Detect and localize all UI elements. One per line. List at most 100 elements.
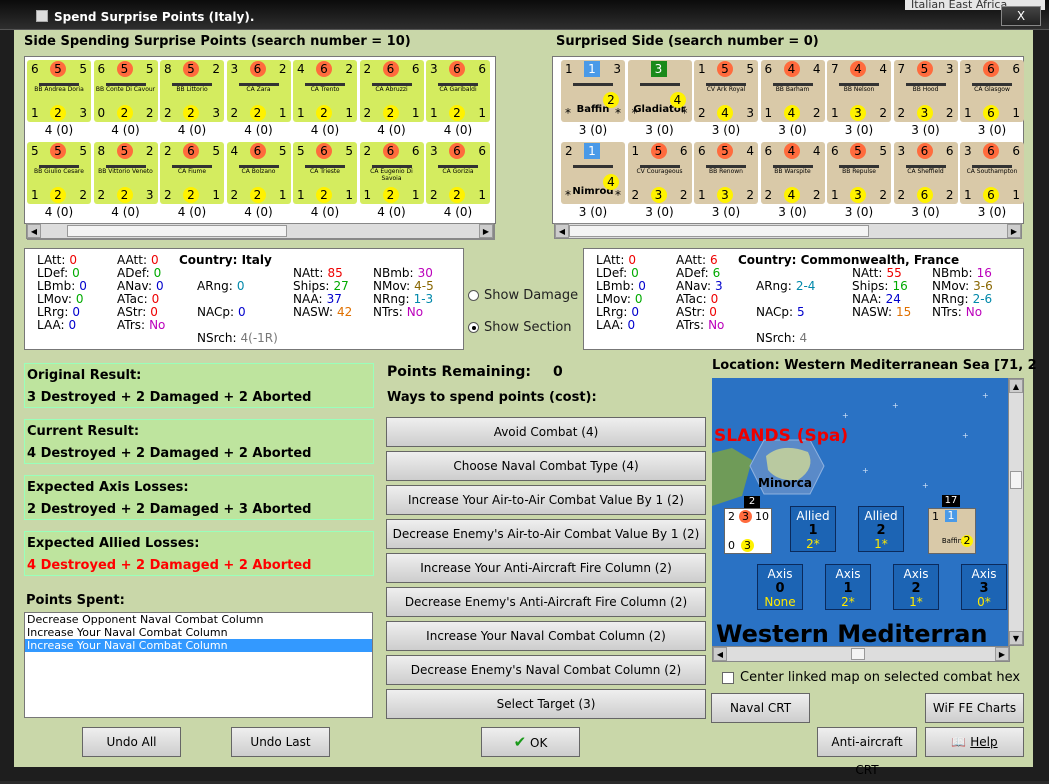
unit-counter[interactable]: 5 5 1 2 5 BB Giulio Cesare 2 4 (0) [27,142,91,219]
scroll-thumb[interactable] [569,225,869,237]
scroll-left-arrow-icon[interactable]: ◀ [555,224,569,238]
unit-counter[interactable]: 6 5 0 2 5 BB Conte Di Cavour 2 4 (0) [93,60,158,137]
stat-value: 0 [628,253,637,267]
anti-aircraft-crt-button[interactable]: Anti-aircraft CRT [817,727,917,777]
unit-counter[interactable]: 2 6 1 1 6 CA Eugenio Di Savoia 2 4 (0) [359,142,424,219]
counter-move-circle: 4 [717,105,733,121]
counter-top-right: 5 [145,62,154,76]
stat-label: LDef: [596,266,628,280]
wif-fe-charts-button[interactable]: WiF FE Charts [925,693,1024,723]
allied-combat-box[interactable]: Allied 2 1* [858,506,904,552]
svg-text:+: + [982,391,989,400]
spend-option-button[interactable]: Avoid Combat (4) [386,417,706,447]
unit-counter[interactable]: 1 5 2 3 5 CV Ark Royal 4 3 (0) [694,60,758,137]
show-damage-radio[interactable]: Show Damage [468,288,578,303]
unit-counter[interactable]: 6 4 1 2 4 BB Barham 4 3 (0) [760,60,825,137]
stat-entry: LBmb: 0 [37,279,87,293]
scroll-right-arrow-icon[interactable]: ▶ [479,224,493,238]
map-stack-left[interactable]: 2 3 10 0 3 [724,508,772,554]
list-item[interactable]: Decrease Opponent Naval Combat Column [25,613,372,626]
scroll-thumb[interactable] [851,648,865,660]
axis-combat-box[interactable]: Axis 2 1* [893,564,939,610]
counter-bottom-left: 2 [164,188,172,202]
unit-counter[interactable]: 8 2 2 3 5 BB Littorio 2 4 (0) [160,60,224,137]
map-vscroll[interactable]: ▲ ▼ [1008,378,1024,646]
unit-counter[interactable]: 6 5 1 2 5 BB Repulse 3 3 (0) [827,142,891,219]
scroll-left-arrow-icon[interactable]: ◀ [27,224,41,238]
combat-map[interactable]: + + + + + + SLANDS (Spa) Minorca 2 2 3 10 0 … [712,378,1010,646]
unit-counter[interactable]: 6 5 1 3 5 BB Andrea Doria 2 4 (0) [27,60,91,137]
unit-counter[interactable]: 1 6 2 2 5 CV Courageous 3 3 (0) [627,142,692,219]
scroll-thumb[interactable] [1010,471,1022,489]
list-item[interactable]: Increase Your Naval Combat Column [25,639,372,652]
spend-option-button[interactable]: Select Target (3) [386,689,706,719]
unit-counter[interactable]: 6 4 1 2 5 BB Renown 3 3 (0) [694,142,758,219]
map-stack-right[interactable]: 1 1 Baffin 2 [928,508,976,554]
spend-option-button[interactable]: Choose Naval Combat Type (4) [386,451,706,481]
scroll-up-arrow-icon[interactable]: ▲ [1009,379,1023,393]
counter-top-left: 4 [230,144,239,158]
map-hscroll[interactable]: ◀ ▶ [712,646,1010,662]
ok-button[interactable]: ✔ OK [481,727,580,757]
unit-counter[interactable]: 2 * * 1 Nimrod 4 3 (0) [561,142,625,219]
unit-counter[interactable]: 3 6 1 1 6 CA Garibaldi 2 4 (0) [426,60,490,137]
unit-counter[interactable]: 6 4 2 2 4 BB Warspite 4 3 (0) [760,142,825,219]
counter-strength: 4 (0) [443,205,473,219]
scroll-down-arrow-icon[interactable]: ▼ [1009,631,1023,645]
unit-counter[interactable]: 3 6 1 1 6 CA Southampton 6 3 (0) [960,142,1024,219]
center-map-checkbox[interactable] [722,672,734,684]
unit-counter[interactable]: 3 2 2 1 6 CA Zara 2 4 (0) [226,60,291,137]
scroll-thumb[interactable] [67,225,287,237]
counter-move-circle: 2 [116,187,133,203]
counter-bottom-left: 1 [297,188,305,202]
right-counter-scrollbar[interactable]: ◀ ▶ [554,223,1022,239]
left-counter-scrollbar[interactable]: ◀ ▶ [26,223,494,239]
show-section-radio[interactable]: Show Section [468,320,572,335]
spend-option-button[interactable]: Decrease Enemy's Naval Combat Column (2) [386,655,706,685]
scroll-right-arrow-icon[interactable]: ▶ [995,647,1009,661]
spend-option-button[interactable]: Increase Your Anti-Aircraft Fire Column … [386,553,706,583]
stat-value: No [708,318,725,332]
unit-counter[interactable]: * * 3 Gladiator 4 3 (0) [627,60,692,137]
stat-label: LAtt: [37,253,66,267]
spend-option-button[interactable]: Decrease Enemy's Anti-Aircraft Fire Colu… [386,587,706,617]
unit-counter[interactable]: 3 6 2 1 6 CA Gorizia 2 4 (0) [426,142,490,219]
undo-last-button[interactable]: Undo Last [231,727,330,757]
axis-combat-box[interactable]: Axis 1 2* [825,564,871,610]
axis-combat-box[interactable]: Axis 0 None [757,564,803,610]
unit-counter[interactable]: 3 6 1 1 6 CA Glasgow 6 3 (0) [960,60,1024,137]
box-number: 2 [876,523,886,538]
counter-bottom-left: 1 [430,106,438,120]
spend-option-button[interactable]: Increase Your Naval Combat Column (2) [386,621,706,651]
stat-label: ARng: [756,279,792,293]
list-item[interactable]: Increase Your Naval Combat Column [25,626,372,639]
counter-attack-circle: 6 [449,61,465,77]
stat-label: LBmb: [37,279,76,293]
unit-counter[interactable]: 4 5 2 1 6 CA Bolzano 2 4 (0) [226,142,291,219]
unit-counter[interactable]: 2 5 2 1 6 CA Fiume 2 4 (0) [160,142,224,219]
unit-counter[interactable]: 4 2 1 1 6 CA Trento 2 4 (0) [293,60,357,137]
scroll-left-arrow-icon[interactable]: ◀ [713,647,727,661]
stat-label: LAA: [596,318,624,332]
counter-bottom-left: 2 [430,188,438,202]
unit-counter[interactable]: 3 6 2 2 6 CA Sheffield 6 3 (0) [893,142,958,219]
naval-crt-button[interactable]: Naval CRT [711,693,810,723]
spend-option-button[interactable]: Increase Your Air-to-Air Combat Value By… [386,485,706,515]
unit-counter[interactable]: 8 2 2 3 5 BB Vittorio Veneto 2 4 (0) [93,142,158,219]
unit-counter[interactable]: 1 3 * * 1 Baffin 2 3 (0) [561,60,625,137]
unit-counter[interactable]: 7 4 1 2 4 BB Nelson 3 3 (0) [827,60,891,137]
close-button[interactable]: X [1001,6,1041,26]
undo-all-button[interactable]: Undo All [82,727,181,757]
help-button[interactable]: 📖 Help [925,727,1024,757]
unit-counter[interactable]: 7 3 2 2 5 BB Hood 3 3 (0) [893,60,958,137]
stat-entry: LAA: 0 [37,318,76,332]
spend-option-button[interactable]: Decrease Enemy's Air-to-Air Combat Value… [386,519,706,549]
axis-combat-box[interactable]: Axis 3 0* [961,564,1007,610]
unit-counter[interactable]: 5 5 1 1 6 CA Trieste 2 4 (0) [293,142,357,219]
stat-value: 16 [892,279,908,293]
allied-combat-box[interactable]: Allied 1 2* [790,506,836,552]
scroll-right-arrow-icon[interactable]: ▶ [1007,224,1021,238]
points-spent-list[interactable]: Decrease Opponent Naval Combat Column Inc… [24,612,373,718]
unit-counter[interactable]: 2 6 2 1 6 CA Abruzzi 2 4 (0) [359,60,424,137]
counter-name: BB Hood [912,86,939,93]
